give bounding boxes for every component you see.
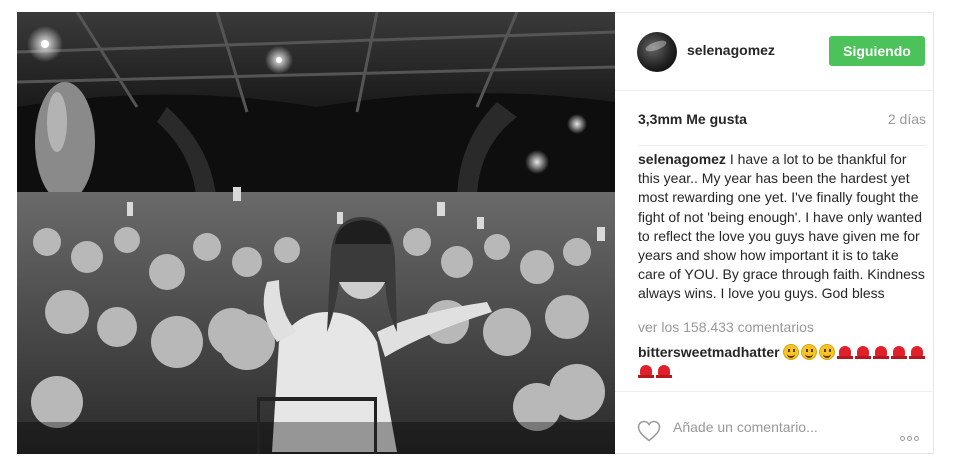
more-options-icon[interactable] [900, 428, 926, 441]
post-photo[interactable] [17, 12, 615, 454]
siren-emoji-icon [873, 344, 890, 360]
post-header: selenagomez Siguiendo [615, 13, 934, 91]
caption: selenagomez I have a lot to be thankful … [638, 150, 928, 304]
avatar[interactable] [637, 32, 677, 72]
post-image [17, 12, 615, 454]
smile-emoji-icon [783, 344, 800, 360]
siren-emoji-icon [837, 344, 854, 360]
view-all-comments-link[interactable]: ver los 158.433 comentarios [638, 319, 814, 335]
comment-author[interactable]: bittersweetmadhatter [638, 344, 780, 360]
following-button[interactable]: Siguiendo [829, 36, 925, 66]
comment-bar [615, 391, 934, 455]
smile-emoji-icon [819, 344, 836, 360]
post-time[interactable]: 2 días [888, 111, 926, 127]
caption-text: I have a lot to be thankful for this yea… [638, 151, 925, 302]
likes-count[interactable]: 3,3mm Me gusta [638, 111, 747, 127]
siren-emoji-icon [909, 344, 926, 360]
siren-emoji-icon [855, 344, 872, 360]
likes-row: 3,3mm Me gusta 2 días [638, 111, 926, 131]
heart-icon[interactable] [637, 420, 661, 442]
smile-emoji-icon [801, 344, 818, 360]
siren-emoji-icon [638, 363, 654, 379]
username[interactable]: selenagomez [687, 42, 775, 58]
caption-author[interactable]: selenagomez [638, 151, 726, 167]
siren-emoji-icon [656, 363, 672, 379]
divider [638, 145, 926, 146]
post-sidebar: selenagomez Siguiendo 3,3mm Me gusta 2 d… [615, 12, 934, 454]
siren-emoji-icon [891, 344, 908, 360]
comment-input[interactable] [673, 419, 873, 435]
comment: bittersweetmadhatter [638, 343, 928, 381]
